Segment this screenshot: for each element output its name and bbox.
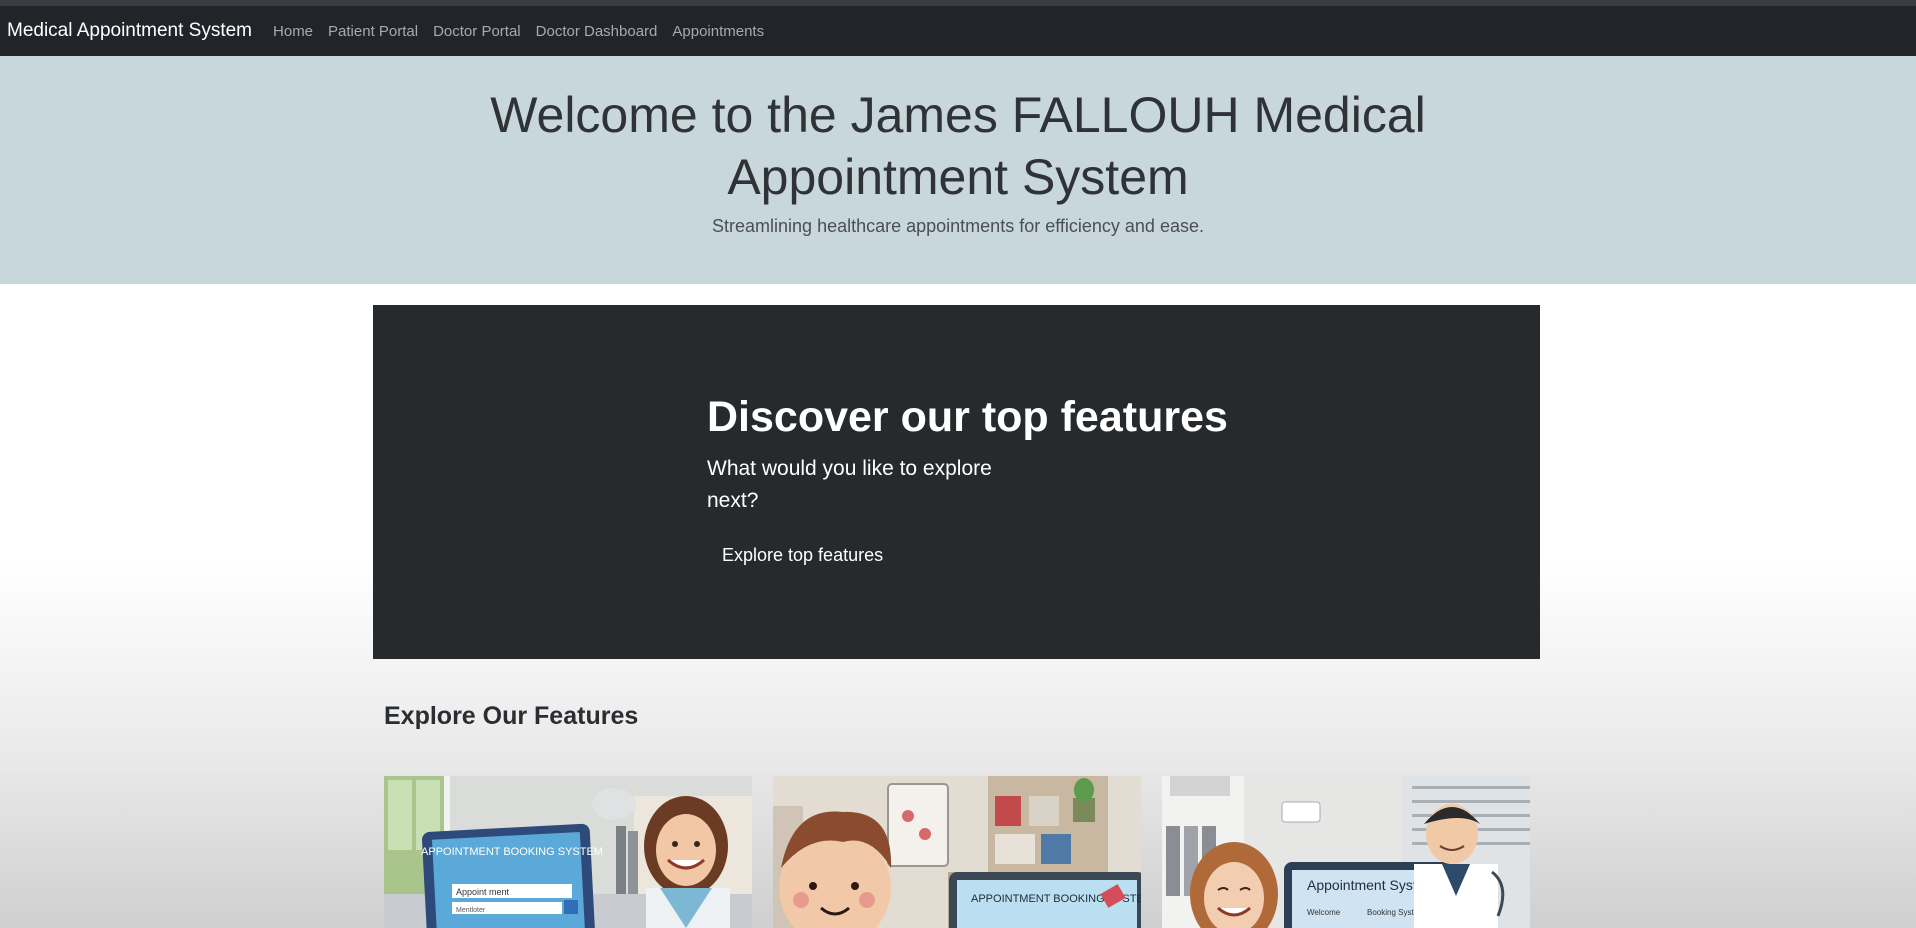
brand-link[interactable]: Medical Appointment System <box>7 20 252 42</box>
feature-banner-lead: What would you like to explore next? <box>707 457 992 512</box>
feature-card-3[interactable]: Appointment System Welcome Booking Syste… <box>1162 776 1530 928</box>
nav-link-home[interactable]: Home <box>273 23 313 40</box>
nav-link-doctor-dashboard[interactable]: Doctor Dashboard <box>536 23 658 40</box>
card1-field-1: Appoint ment <box>456 887 510 897</box>
feature-banner-title: Discover our top features <box>707 393 1228 441</box>
nav-link-doctor-portal[interactable]: Doctor Portal <box>433 23 521 40</box>
explore-top-features-button[interactable]: Explore top features <box>707 535 898 575</box>
feature-card-2[interactable]: APPOINTMENT BOOKING SYSTEM <box>773 776 1141 928</box>
feature-card-1[interactable]: APPOINTMENT BOOKING SYSTEM Appoint ment … <box>384 776 752 928</box>
nav-link-appointments[interactable]: Appointments <box>672 23 764 40</box>
navbar: Medical Appointment System Home Patient … <box>0 6 1916 56</box>
feature-banner: Discover our top features What would you… <box>373 305 1540 659</box>
card1-field-2: Mentloter <box>456 907 486 914</box>
hero-subtitle: Streamlining healthcare appointments for… <box>712 216 1204 236</box>
feature-card-1-image: APPOINTMENT BOOKING SYSTEM Appoint ment … <box>384 776 752 928</box>
hero-title: Welcome to the James FALLOUH Medical App… <box>490 87 1426 205</box>
card1-screen-title: APPOINTMENT BOOKING SYSTEM <box>421 846 603 858</box>
feature-card-2-image: APPOINTMENT BOOKING SYSTEM <box>773 776 1141 928</box>
features-section-title: Explore Our Features <box>384 702 639 730</box>
feature-card-3-image: Appointment System Welcome Booking Syste… <box>1162 776 1530 928</box>
nav-link-patient-portal[interactable]: Patient Portal <box>328 23 418 40</box>
hero-section: Welcome to the James FALLOUH Medical App… <box>0 56 1916 284</box>
card3-field-1: Welcome <box>1307 908 1341 917</box>
